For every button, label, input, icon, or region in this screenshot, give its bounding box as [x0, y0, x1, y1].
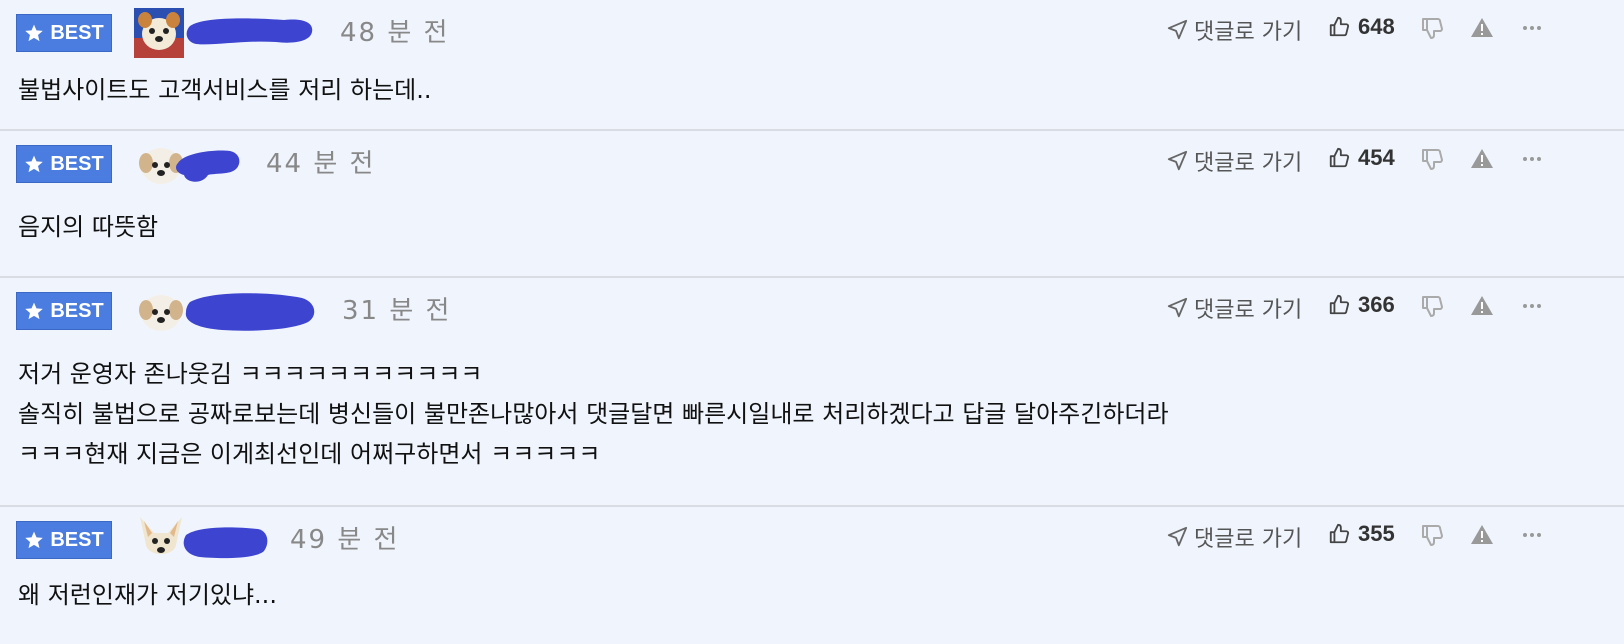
comment-header: BEST 31 분 전 댓글로 가기 366 — [16, 284, 1624, 342]
comment-time: 44 분 전 — [266, 149, 376, 179]
redacted-nickname — [183, 527, 268, 559]
like-button[interactable]: 366 — [1328, 292, 1395, 318]
thumbs-down-icon[interactable] — [1420, 523, 1444, 547]
goto-comment-link[interactable]: 댓글로 가기 — [1166, 145, 1302, 177]
send-arrow-icon — [1167, 150, 1188, 171]
warning-icon[interactable] — [1470, 16, 1494, 40]
star-icon — [25, 24, 44, 42]
best-badge: BEST — [16, 145, 112, 183]
comment-body: 왜 저런인재가 저기있냐... — [18, 581, 277, 609]
more-dots-icon[interactable] — [1520, 294, 1544, 318]
comment-item: BEST 48 분 전 댓글로 가기 648 불법사이트도 고객서비스를 저리 … — [0, 0, 1624, 131]
send-arrow-icon — [1167, 19, 1188, 40]
goto-comment-link[interactable]: 댓글로 가기 — [1166, 521, 1302, 553]
comment-time: 48 분 전 — [340, 18, 450, 48]
goto-comment-link[interactable]: 댓글로 가기 — [1166, 292, 1302, 324]
comment-header: BEST 44 분 전 댓글로 가기 454 — [16, 137, 1624, 195]
like-count: 648 — [1358, 14, 1395, 39]
thumbs-down-icon[interactable] — [1420, 147, 1444, 171]
star-icon — [25, 302, 44, 320]
send-arrow-icon — [1167, 526, 1188, 547]
comment-body: 저거 운영자 존나웃김 ㅋㅋㅋㅋㅋㅋㅋㅋㅋㅋㅋ 솔직히 불법으로 공짜로보는데 … — [18, 360, 1169, 468]
goto-label: 댓글로 가기 — [1194, 298, 1303, 323]
star-icon — [25, 155, 44, 173]
comment-body: 불법사이트도 고객서비스를 저리 하는데.. — [18, 76, 432, 104]
comment-time: 49 분 전 — [290, 525, 400, 555]
comment-body: 음지의 따뜻함 — [18, 213, 159, 241]
warning-icon[interactable] — [1470, 147, 1494, 171]
comment-header: BEST 49 분 전 댓글로 가기 355 — [16, 513, 1624, 571]
thumbs-up-icon — [1329, 16, 1350, 37]
best-badge: BEST — [16, 292, 112, 330]
comment-item: BEST 49 분 전 댓글로 가기 355 왜 저런인재가 저기있냐... — [0, 507, 1624, 644]
comment-item: BEST 31 분 전 댓글로 가기 366 저거 운영자 존나웃김 ㅋㅋㅋㅋㅋ… — [0, 278, 1624, 507]
goto-label: 댓글로 가기 — [1194, 527, 1303, 552]
goto-comment-link[interactable]: 댓글로 가기 — [1166, 14, 1302, 46]
best-label: BEST — [50, 21, 104, 44]
goto-label: 댓글로 가기 — [1194, 151, 1303, 176]
like-count: 454 — [1358, 145, 1395, 170]
thumbs-down-icon[interactable] — [1420, 294, 1444, 318]
like-count: 366 — [1358, 292, 1395, 317]
warning-icon[interactable] — [1470, 294, 1494, 318]
comment-time: 31 분 전 — [342, 296, 452, 326]
best-label: BEST — [50, 299, 104, 322]
avatar[interactable] — [136, 286, 186, 336]
thumbs-down-icon[interactable] — [1420, 16, 1444, 40]
avatar[interactable] — [136, 515, 186, 565]
comment-item: BEST 44 분 전 댓글로 가기 454 음지의 따뜻함 — [0, 131, 1624, 278]
thumbs-up-icon — [1329, 147, 1350, 168]
thumbs-up-icon — [1329, 294, 1350, 315]
redacted-nickname — [185, 293, 315, 331]
comment-list: BEST 48 분 전 댓글로 가기 648 불법사이트도 고객서비스를 저리 … — [0, 0, 1624, 644]
star-icon — [25, 531, 44, 549]
best-label: BEST — [50, 528, 104, 551]
like-count: 355 — [1358, 521, 1395, 546]
best-badge: BEST — [16, 521, 112, 559]
avatar[interactable] — [134, 8, 184, 58]
best-label: BEST — [50, 152, 104, 175]
redacted-nickname — [186, 18, 313, 45]
like-button[interactable]: 355 — [1328, 521, 1395, 547]
more-dots-icon[interactable] — [1520, 523, 1544, 547]
comment-header: BEST 48 분 전 댓글로 가기 648 — [16, 6, 1624, 64]
send-arrow-icon — [1167, 297, 1188, 318]
like-button[interactable]: 648 — [1328, 14, 1395, 40]
more-dots-icon[interactable] — [1520, 147, 1544, 171]
best-badge: BEST — [16, 14, 112, 52]
goto-label: 댓글로 가기 — [1194, 20, 1303, 45]
thumbs-up-icon — [1329, 523, 1350, 544]
redacted-nickname — [176, 150, 240, 182]
warning-icon[interactable] — [1470, 523, 1494, 547]
like-button[interactable]: 454 — [1328, 145, 1395, 171]
more-dots-icon[interactable] — [1520, 16, 1544, 40]
